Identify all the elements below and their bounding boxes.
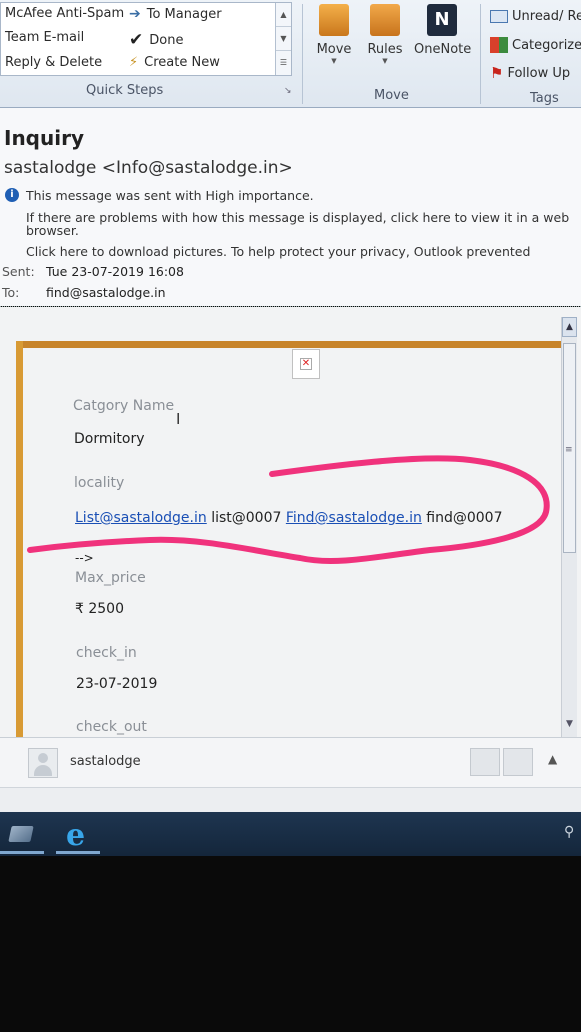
quick-step-label: Create New	[144, 55, 220, 70]
checkmark-icon: ✔	[129, 30, 144, 50]
categorize-button[interactable]: Categorize	[490, 37, 581, 53]
categorize-icon	[490, 37, 508, 53]
chevron-up-icon[interactable]: ▲	[548, 752, 557, 766]
scroll-up-icon[interactable]: ▲	[276, 3, 291, 27]
rules-button-label: Rules	[367, 42, 403, 57]
category-label: Catgory Name	[73, 398, 175, 414]
view-in-browser-notice[interactable]: If there are problems with how this mess…	[26, 210, 569, 225]
people-pane-name[interactable]: sastalodge	[70, 754, 141, 769]
categorize-label: Categorize	[512, 37, 581, 53]
scroll-grip-icon: ≡	[565, 445, 573, 455]
text-cursor-icon: I	[176, 410, 181, 428]
body-scrollbar[interactable]: ▲ ≡ ▼	[561, 317, 577, 737]
move-button-label: Move	[316, 42, 352, 57]
avatar[interactable]	[28, 748, 58, 778]
gallery-more-icon[interactable]: ☰	[276, 51, 291, 75]
unread-read-label: Unread/ Re	[512, 9, 581, 24]
broken-image-placeholder[interactable]: ✕	[292, 349, 320, 379]
comment-arrow-text: -->	[75, 551, 94, 565]
flag-icon: ⚑	[490, 64, 504, 82]
rules-icon	[370, 4, 400, 36]
follow-up-label: Follow Up	[507, 65, 571, 81]
follow-up-button[interactable]: ⚑ Follow Up	[490, 64, 570, 82]
quick-step-label: Done	[149, 32, 184, 48]
move-folder-icon	[319, 4, 349, 36]
people-tile[interactable]	[470, 748, 500, 776]
windows-logo-icon	[8, 826, 34, 842]
quick-steps-scroll[interactable]: ▲ ▼ ☰	[275, 3, 291, 75]
group-label-tags: Tags	[530, 91, 559, 106]
message-header: Inquiry sastalodge <Info@sastalodge.in> …	[0, 108, 581, 307]
email-frame-top-border	[16, 341, 561, 348]
quick-step-mcafee-anti-spam[interactable]: McAfee Anti-Spam	[5, 6, 124, 21]
group-label-quick-steps: Quick Steps	[86, 83, 164, 98]
check-in-value: 23-07-2019	[76, 676, 158, 692]
ribbon: McAfee Anti-Spam Team E-mail Reply & Del…	[0, 0, 581, 108]
locality-value: List@sastalodge.in list@0007 Find@sastal…	[75, 510, 503, 526]
quick-step-label: McAfee Anti-Spam	[5, 6, 125, 21]
ribbon-separator	[480, 4, 481, 104]
find-email-link[interactable]: Find@sastalodge.in	[286, 510, 422, 526]
quick-step-done[interactable]: ✔ Done	[129, 30, 183, 50]
rules-button[interactable]: Rules ▼	[363, 4, 407, 65]
envelope-icon	[490, 10, 508, 23]
taskbar: e ⚲	[0, 812, 581, 856]
people-tile[interactable]	[503, 748, 533, 776]
lightning-icon: ⚡	[129, 55, 139, 70]
quick-step-to-manager[interactable]: ➔ To Manager	[129, 6, 222, 22]
find-code-text: find@0007	[421, 510, 503, 526]
start-button[interactable]	[0, 814, 44, 854]
dialog-launcher-icon[interactable]: ↘	[284, 86, 292, 96]
move-button[interactable]: Move ▼	[312, 4, 356, 65]
locality-label: locality	[74, 475, 125, 491]
internet-explorer-icon: e	[66, 818, 86, 853]
internet-explorer-button[interactable]: e	[56, 814, 100, 854]
info-icon: i	[5, 188, 19, 202]
group-label-move: Move	[374, 88, 409, 103]
sent-label: Sent:	[2, 264, 35, 279]
category-value: Dormitory	[74, 431, 145, 447]
onenote-button[interactable]: N OneNote	[414, 4, 472, 57]
quick-step-label: Team E-mail	[5, 30, 85, 45]
max-price-label: Max_price	[75, 570, 146, 586]
check-in-label: check_in	[76, 645, 137, 661]
quick-step-label: Reply & Delete	[5, 55, 103, 70]
message-subject: Inquiry	[4, 126, 84, 150]
ribbon-separator	[302, 4, 303, 104]
to-label: To:	[2, 285, 20, 300]
quick-step-label: To Manager	[146, 6, 222, 22]
view-in-browser-notice-cont[interactable]: browser.	[26, 223, 79, 238]
arrow-right-icon: ➔	[129, 6, 141, 22]
quick-step-reply-delete[interactable]: Reply & Delete	[5, 55, 102, 70]
tray-people-icon[interactable]: ⚲	[564, 824, 574, 840]
scroll-down-icon[interactable]: ▼	[276, 27, 291, 51]
quick-steps-gallery: McAfee Anti-Spam Team E-mail Reply & Del…	[0, 2, 292, 76]
download-pictures-notice[interactable]: Click here to download pictures. To help…	[26, 244, 530, 259]
sent-value: Tue 23-07-2019 16:08	[46, 264, 184, 279]
list-email-link[interactable]: List@sastalodge.in	[75, 510, 207, 526]
quick-step-team-email[interactable]: Team E-mail	[5, 30, 84, 45]
unread-read-button[interactable]: Unread/ Re	[490, 9, 581, 24]
to-value[interactable]: find@sastalodge.in	[46, 285, 166, 300]
broken-image-icon: ✕	[300, 358, 312, 370]
max-price-value: ₹ 2500	[75, 601, 124, 617]
status-strip	[0, 787, 581, 812]
message-body: ✕ Catgory Name I Dormitory locality List…	[0, 307, 581, 737]
check-out-label: check_out	[76, 719, 147, 735]
scroll-up-icon[interactable]: ▲	[562, 317, 577, 337]
onenote-button-label: OneNote	[414, 42, 472, 57]
onenote-icon: N	[427, 4, 457, 36]
quick-step-create-new[interactable]: ⚡ Create New	[129, 55, 220, 70]
list-code-text: list@0007	[206, 510, 286, 526]
importance-notice: This message was sent with High importan…	[26, 188, 314, 203]
email-frame-left-border	[16, 341, 23, 737]
scroll-down-icon[interactable]: ▼	[562, 719, 577, 729]
people-pane: sastalodge ▲	[0, 737, 581, 787]
message-sender[interactable]: sastalodge <Info@sastalodge.in>	[4, 158, 293, 178]
